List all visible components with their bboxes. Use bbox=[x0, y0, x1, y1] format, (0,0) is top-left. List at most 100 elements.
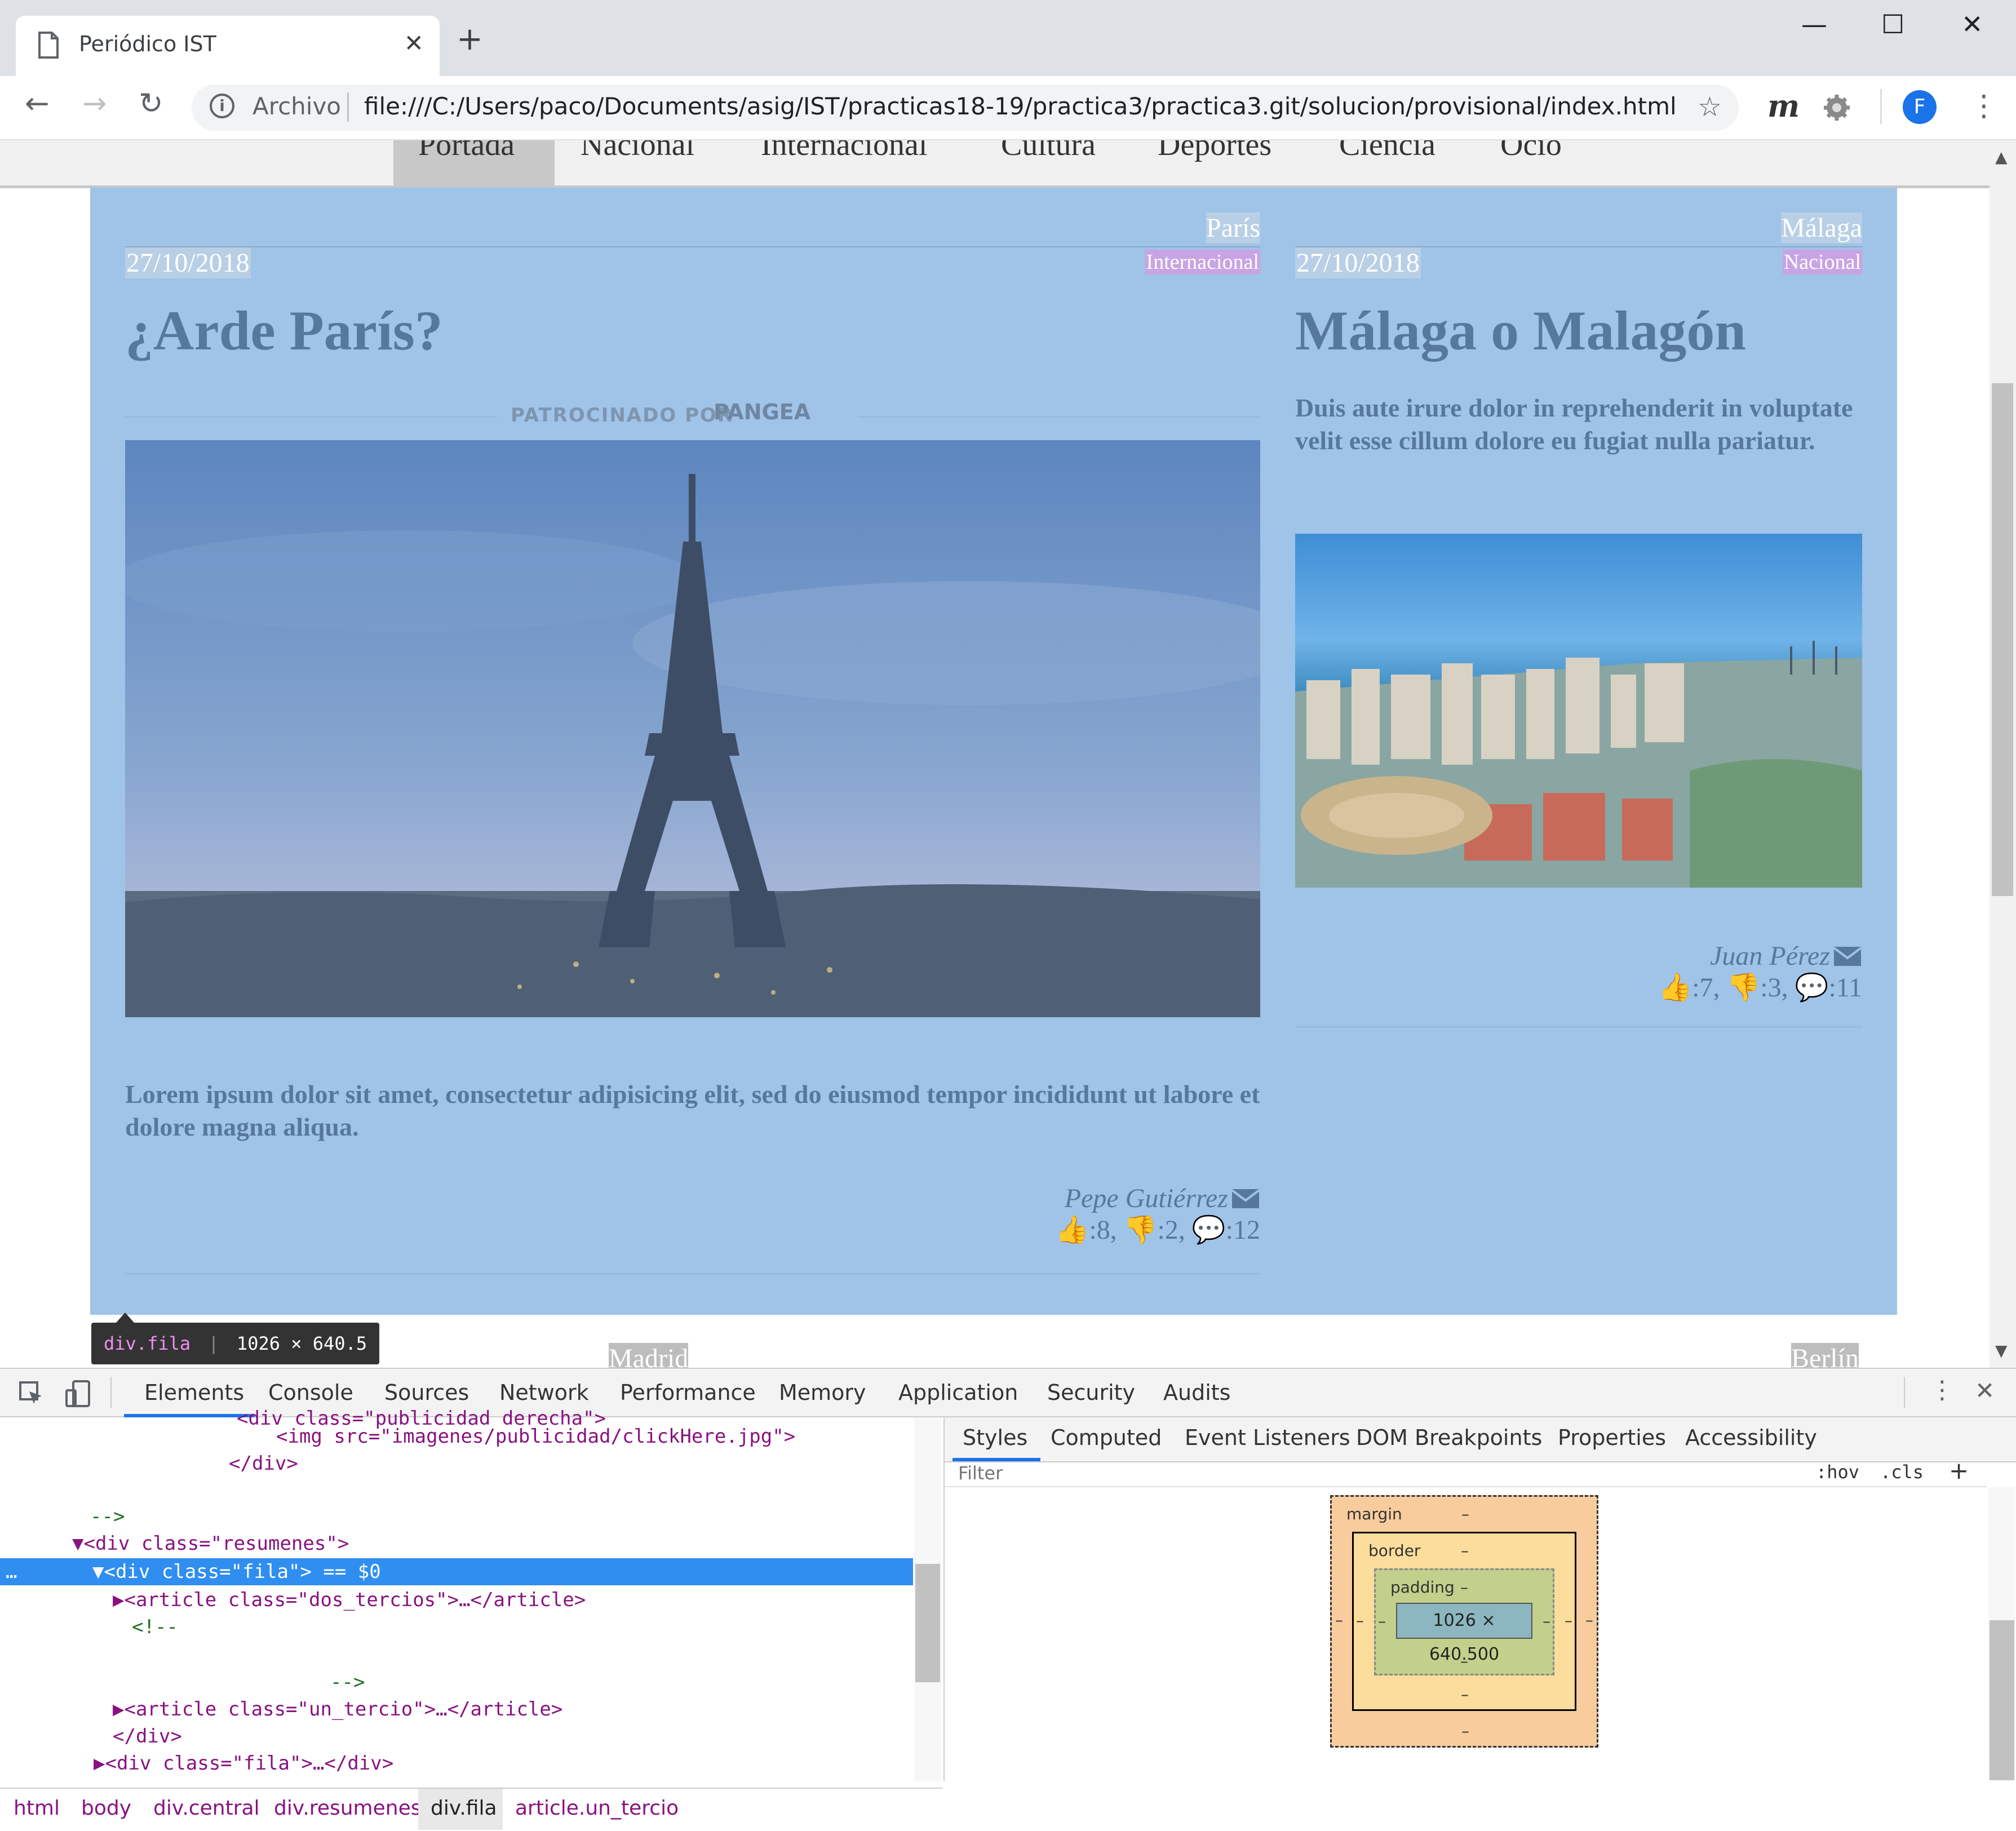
tab-memory[interactable]: Memory bbox=[779, 1380, 866, 1405]
article-headline[interactable]: Málaga o Malagón bbox=[1295, 298, 1746, 363]
back-button[interactable]: ← bbox=[25, 89, 50, 118]
info-icon[interactable]: i bbox=[210, 94, 234, 118]
border-right-value[interactable]: – bbox=[1565, 1611, 1572, 1630]
author-name[interactable]: Pepe Gutiérrez bbox=[1065, 1183, 1228, 1213]
article-category[interactable]: Nacional bbox=[1782, 250, 1862, 274]
ellipsis-icon[interactable]: … bbox=[6, 1560, 17, 1583]
browser-menu-icon[interactable]: ⋮ bbox=[1969, 89, 1999, 123]
thumbs-up-icon[interactable]: 👍 bbox=[1056, 1215, 1089, 1245]
author-name[interactable]: Juan Pérez bbox=[1710, 941, 1830, 971]
mail-icon[interactable] bbox=[1833, 945, 1862, 967]
url-text[interactable]: file:///C:/Users/paco/Documents/asig/IST… bbox=[364, 92, 1677, 120]
browser-tab[interactable]: Periódico IST ✕ bbox=[16, 16, 440, 76]
mail-icon[interactable] bbox=[1231, 1187, 1260, 1209]
nav-ocio[interactable]: Ocio bbox=[1500, 140, 1562, 163]
crumb-body[interactable]: body bbox=[81, 1797, 131, 1820]
thumbs-up-icon[interactable]: 👍 bbox=[1658, 973, 1692, 1003]
box-model-border[interactable]: border – – – – padding – – – – 1026 × 64… bbox=[1352, 1532, 1576, 1711]
box-model-content[interactable]: 1026 × 640.500 bbox=[1396, 1603, 1532, 1664]
padding-right-value[interactable]: – bbox=[1543, 1612, 1550, 1630]
maximize-button[interactable]: ☐ bbox=[1881, 9, 1904, 39]
margin-bottom-value[interactable]: – bbox=[1461, 1722, 1469, 1740]
crumb-div-fila[interactable]: div.fila bbox=[431, 1797, 497, 1820]
nav-ciencia[interactable]: Ciencia bbox=[1339, 140, 1435, 163]
malaga-city-image[interactable] bbox=[1295, 534, 1862, 888]
padding-top-value[interactable]: – bbox=[1460, 1578, 1468, 1597]
code-line[interactable]: <img src="imagenes/publicidad/clickHere.… bbox=[276, 1425, 795, 1448]
new-tab-button[interactable]: + bbox=[457, 24, 483, 55]
code-line[interactable]: </div> bbox=[229, 1452, 298, 1475]
minimize-button[interactable]: — bbox=[1801, 9, 1827, 39]
thumbs-down-icon[interactable]: 👎 bbox=[1124, 1215, 1158, 1245]
devtools-menu-icon[interactable]: ⋮ bbox=[1930, 1376, 1955, 1404]
elements-scroll-thumb[interactable] bbox=[915, 1564, 940, 1682]
close-window-button[interactable]: ✕ bbox=[1961, 9, 1983, 39]
inspect-element-icon[interactable] bbox=[19, 1381, 44, 1406]
page-scroll-thumb[interactable] bbox=[1992, 383, 2013, 896]
code-line[interactable]: ▶<article class="un_tercio">…</article> bbox=[113, 1698, 562, 1721]
tab-network[interactable]: Network bbox=[499, 1380, 589, 1405]
nav-internacional[interactable]: Internacional bbox=[761, 140, 927, 163]
tab-accessibility[interactable]: Accessibility bbox=[1685, 1425, 1817, 1450]
margin-left-value[interactable]: – bbox=[1335, 1611, 1343, 1629]
code-line[interactable]: ▶<article class="dos_tercios">…</article… bbox=[113, 1589, 586, 1611]
extension-gear-icon[interactable] bbox=[1823, 94, 1851, 122]
selected-code-text[interactable]: ▼<div class="fila"> == $0 bbox=[92, 1560, 381, 1583]
tab-styles[interactable]: Styles bbox=[963, 1425, 1027, 1450]
tab-audits[interactable]: Audits bbox=[1163, 1380, 1230, 1405]
forward-button[interactable]: → bbox=[82, 89, 107, 118]
code-line[interactable]: ▶<div class="fila">…</div> bbox=[94, 1752, 393, 1775]
styles-filter-input[interactable] bbox=[957, 1462, 1805, 1484]
tab-sources[interactable]: Sources bbox=[384, 1380, 469, 1405]
tab-security[interactable]: Security bbox=[1047, 1380, 1135, 1405]
margin-top-value[interactable]: – bbox=[1461, 1505, 1469, 1523]
device-toolbar-icon[interactable] bbox=[65, 1380, 91, 1407]
crumb-html[interactable]: html bbox=[14, 1797, 60, 1820]
cls-toggle[interactable]: .cls bbox=[1880, 1461, 1924, 1483]
tab-performance[interactable]: Performance bbox=[620, 1380, 756, 1405]
code-line[interactable]: <!-- bbox=[132, 1616, 178, 1638]
tab-properties[interactable]: Properties bbox=[1558, 1425, 1666, 1450]
code-line[interactable]: </div> bbox=[113, 1725, 182, 1748]
crumb-div-resumenes[interactable]: div.resumenes bbox=[274, 1797, 421, 1820]
code-line[interactable]: ▼<div class="resumenes"> bbox=[72, 1532, 349, 1555]
tab-computed[interactable]: Computed bbox=[1051, 1425, 1162, 1450]
styles-scroll-thumb[interactable] bbox=[1990, 1620, 2014, 1780]
nav-cultura[interactable]: Cultura bbox=[1001, 140, 1096, 163]
box-model-padding[interactable]: padding – – – – 1026 × 640.500 bbox=[1374, 1568, 1554, 1675]
border-left-value[interactable]: – bbox=[1356, 1611, 1364, 1630]
box-model-margin[interactable]: margin – – – – border – – – – padding – … bbox=[1330, 1495, 1598, 1748]
border-bottom-value[interactable]: – bbox=[1461, 1685, 1469, 1704]
padding-left-value[interactable]: – bbox=[1378, 1612, 1386, 1630]
paris-eiffel-image[interactable] bbox=[125, 440, 1260, 1017]
new-style-rule-button[interactable]: + bbox=[1949, 1457, 1969, 1484]
nav-deportes[interactable]: Deportes bbox=[1158, 140, 1271, 163]
crumb-article-un-tercio[interactable]: article.un_tercio bbox=[515, 1797, 679, 1820]
tab-close-icon[interactable]: ✕ bbox=[404, 29, 424, 57]
border-top-value[interactable]: – bbox=[1461, 1541, 1469, 1560]
article-headline[interactable]: ¿Arde París? bbox=[125, 298, 443, 363]
comment-icon[interactable]: 💬 bbox=[1795, 973, 1829, 1003]
extension-m-icon[interactable]: m bbox=[1767, 88, 1800, 124]
code-line[interactable]: --> bbox=[330, 1671, 365, 1693]
tab-event-listeners[interactable]: Event Listeners bbox=[1185, 1425, 1350, 1450]
comment-icon[interactable]: 💬 bbox=[1192, 1215, 1226, 1245]
profile-avatar[interactable]: F bbox=[1903, 90, 1937, 124]
scroll-down-arrow-icon[interactable]: ▼ bbox=[1995, 1341, 2008, 1360]
elements-tree[interactable]: <div class="publicidad derecha"> <img sr… bbox=[0, 1407, 942, 1781]
code-line[interactable]: --> bbox=[90, 1505, 125, 1528]
address-bar[interactable]: i Archivo file:///C:/Users/paco/Document… bbox=[192, 85, 1739, 131]
hov-toggle[interactable]: :hov bbox=[1816, 1461, 1859, 1483]
reload-button[interactable]: ↻ bbox=[139, 89, 163, 118]
tab-console[interactable]: Console bbox=[268, 1380, 353, 1405]
margin-right-value[interactable]: – bbox=[1585, 1611, 1593, 1629]
devtools-close-icon[interactable]: ✕ bbox=[1975, 1377, 1995, 1404]
article-category[interactable]: Internacional bbox=[1145, 250, 1260, 274]
bookmark-star-icon[interactable]: ☆ bbox=[1698, 91, 1722, 123]
thumbs-down-icon[interactable]: 👎 bbox=[1727, 973, 1761, 1003]
nav-portada[interactable]: Portada bbox=[418, 140, 515, 163]
tab-elements[interactable]: Elements bbox=[144, 1380, 244, 1405]
scroll-up-arrow-icon[interactable]: ▲ bbox=[1995, 148, 2008, 166]
crumb-div-central[interactable]: div.central bbox=[153, 1797, 260, 1820]
tab-dom-breakpoints[interactable]: DOM Breakpoints bbox=[1356, 1425, 1542, 1450]
